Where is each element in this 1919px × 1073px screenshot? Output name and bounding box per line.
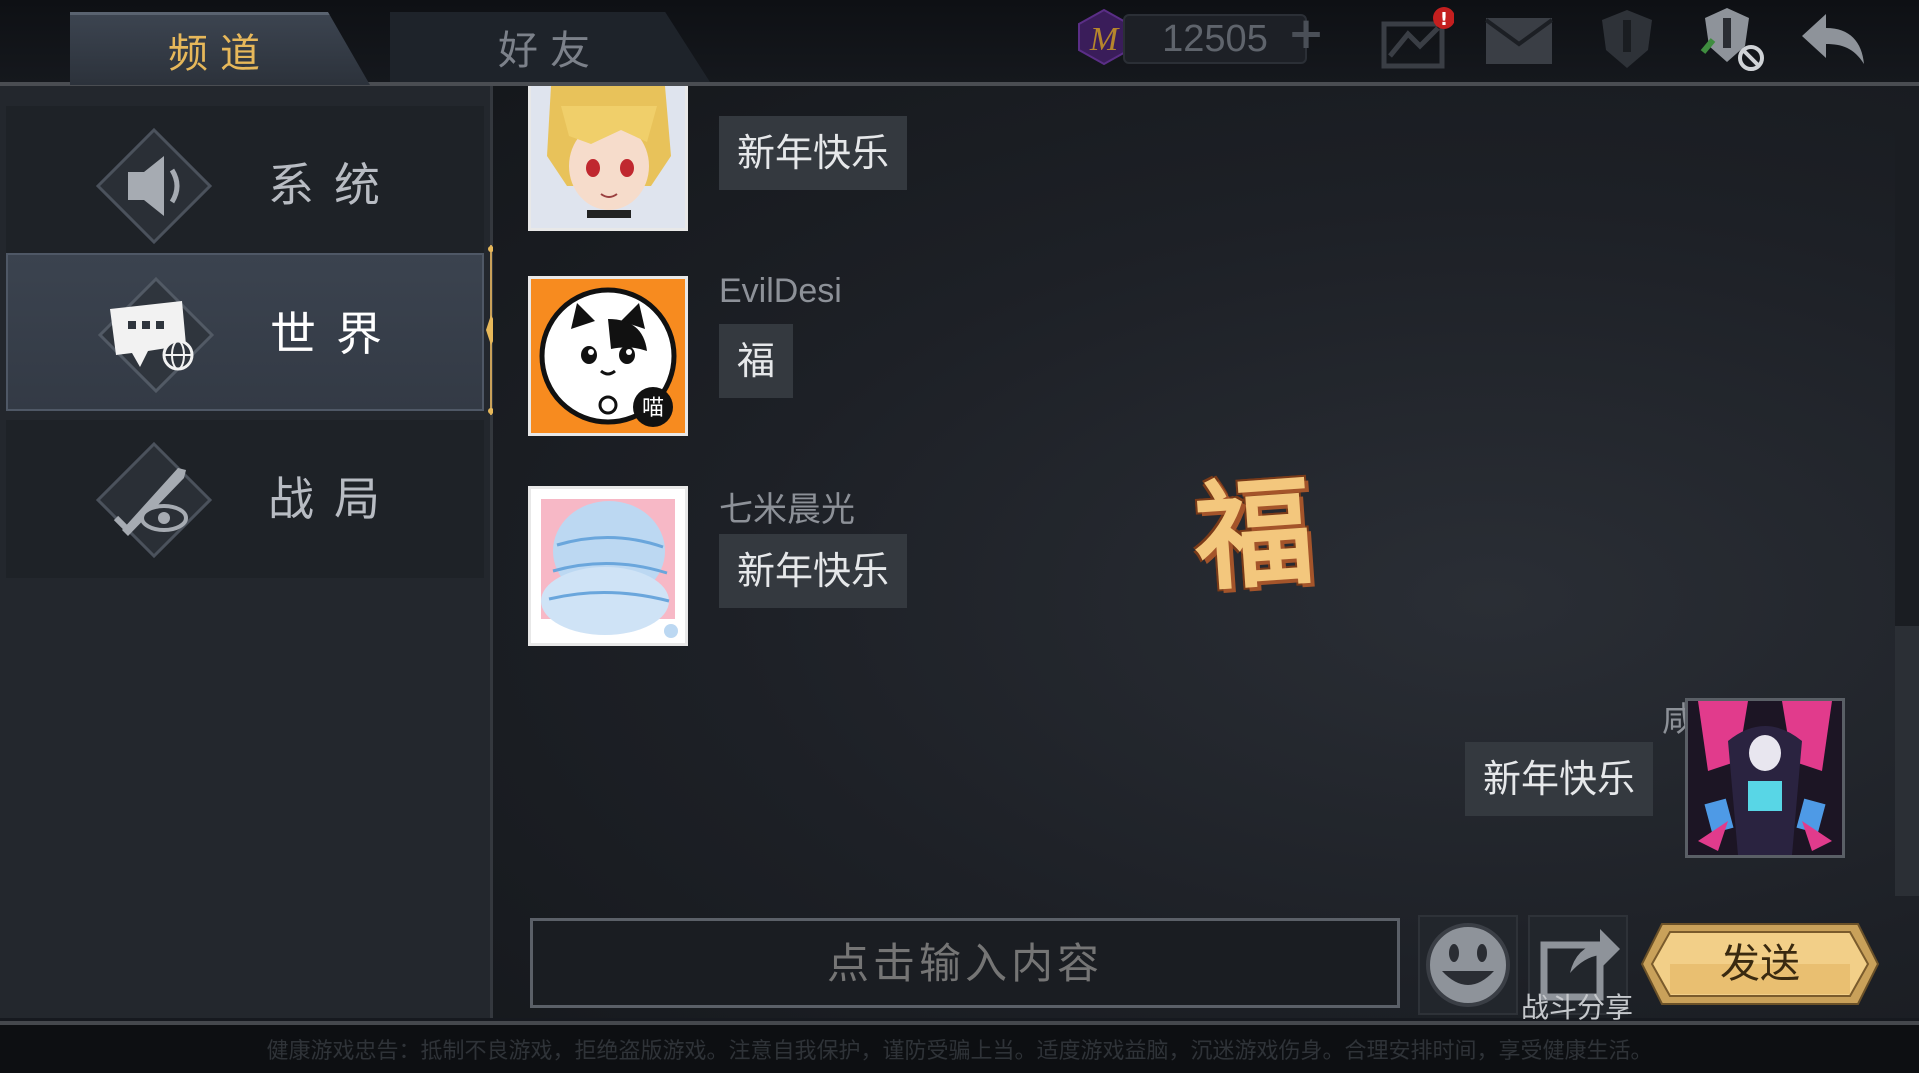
blonde-girl-avatar[interactable] [528, 86, 688, 231]
sword-eye-icon [95, 441, 213, 559]
mage-portrait [1688, 701, 1842, 855]
sidebar-item-label: 世界 [270, 307, 402, 361]
sender-name: 七米晨光 [719, 491, 855, 529]
sender-name: EvilDesi [719, 272, 842, 310]
message-bubble: 新年快乐 [719, 534, 908, 608]
mage-avatar[interactable] [1685, 698, 1845, 858]
tab-friends[interactable]: 好友 [390, 12, 710, 82]
helmet-icon[interactable] [1590, 6, 1664, 72]
helmet-block-icon[interactable] [1693, 6, 1767, 72]
fu-sticker: 福 [1190, 460, 1318, 608]
cat-avatar-badge: 喵 [642, 396, 664, 421]
back-arrow-icon[interactable] [1798, 6, 1872, 72]
cat-mail-icon[interactable]: ! [1380, 6, 1454, 72]
chat-input[interactable] [530, 918, 1400, 1008]
sidebar-item-system[interactable]: 系统 [6, 106, 484, 264]
sidebar-item-label: 战局 [268, 472, 400, 526]
tab-channel[interactable]: 频道 [70, 12, 370, 85]
send-button[interactable]: 发送 [1640, 922, 1880, 1006]
channel-sidebar: 系统 世界 战局 [0, 86, 493, 1018]
battle-share-label: 战斗分享 [1520, 991, 1633, 1024]
fluffy-portrait [531, 489, 685, 643]
chat-scrollbar-thumb[interactable] [1895, 626, 1919, 896]
fluffy-avatar[interactable] [528, 486, 688, 646]
blonde-girl-portrait [531, 86, 685, 228]
top-bar: 频道 好友 M 12505 + ! [0, 0, 1919, 86]
cat-portrait: 喵 [531, 279, 685, 433]
world-chat-icon [97, 276, 215, 394]
speaker-icon [95, 127, 213, 245]
add-currency-button[interactable]: + [1284, 12, 1328, 58]
message-bubble: 福 [719, 324, 794, 398]
sidebar-item-world[interactable]: 世界 [6, 253, 484, 411]
sidebar-item-label: 系统 [268, 158, 400, 212]
health-notice-bar: 健康游戏忠告：抵制不良游戏，拒绝盗版游戏。注意自我保护，谨防受骗上当。适度游戏益… [0, 1021, 1919, 1073]
currency-amount: 12505 [1123, 14, 1307, 64]
chat-area: 新年快乐 喵 EvilDesi 福 七米晨光 新年快乐 福 新年快乐 [493, 86, 1919, 1018]
svg-text:M: M [1089, 21, 1120, 58]
smiley-icon [1426, 923, 1510, 1007]
health-notice-text: 健康游戏忠告：抵制不良游戏，拒绝盗版游戏。注意自我保护，谨防受骗上当。适度游戏益… [266, 1039, 1653, 1064]
send-button-label: 发送 [1720, 941, 1800, 987]
cat-avatar[interactable]: 喵 [528, 276, 688, 436]
svg-text:!: ! [1440, 9, 1448, 30]
message-bubble: 新年快乐 [1465, 742, 1654, 816]
emoji-button[interactable] [1418, 915, 1518, 1015]
mail-icon[interactable] [1482, 6, 1556, 72]
sidebar-item-battle[interactable]: 战局 [6, 420, 484, 578]
message-bubble: 新年快乐 [719, 116, 908, 190]
